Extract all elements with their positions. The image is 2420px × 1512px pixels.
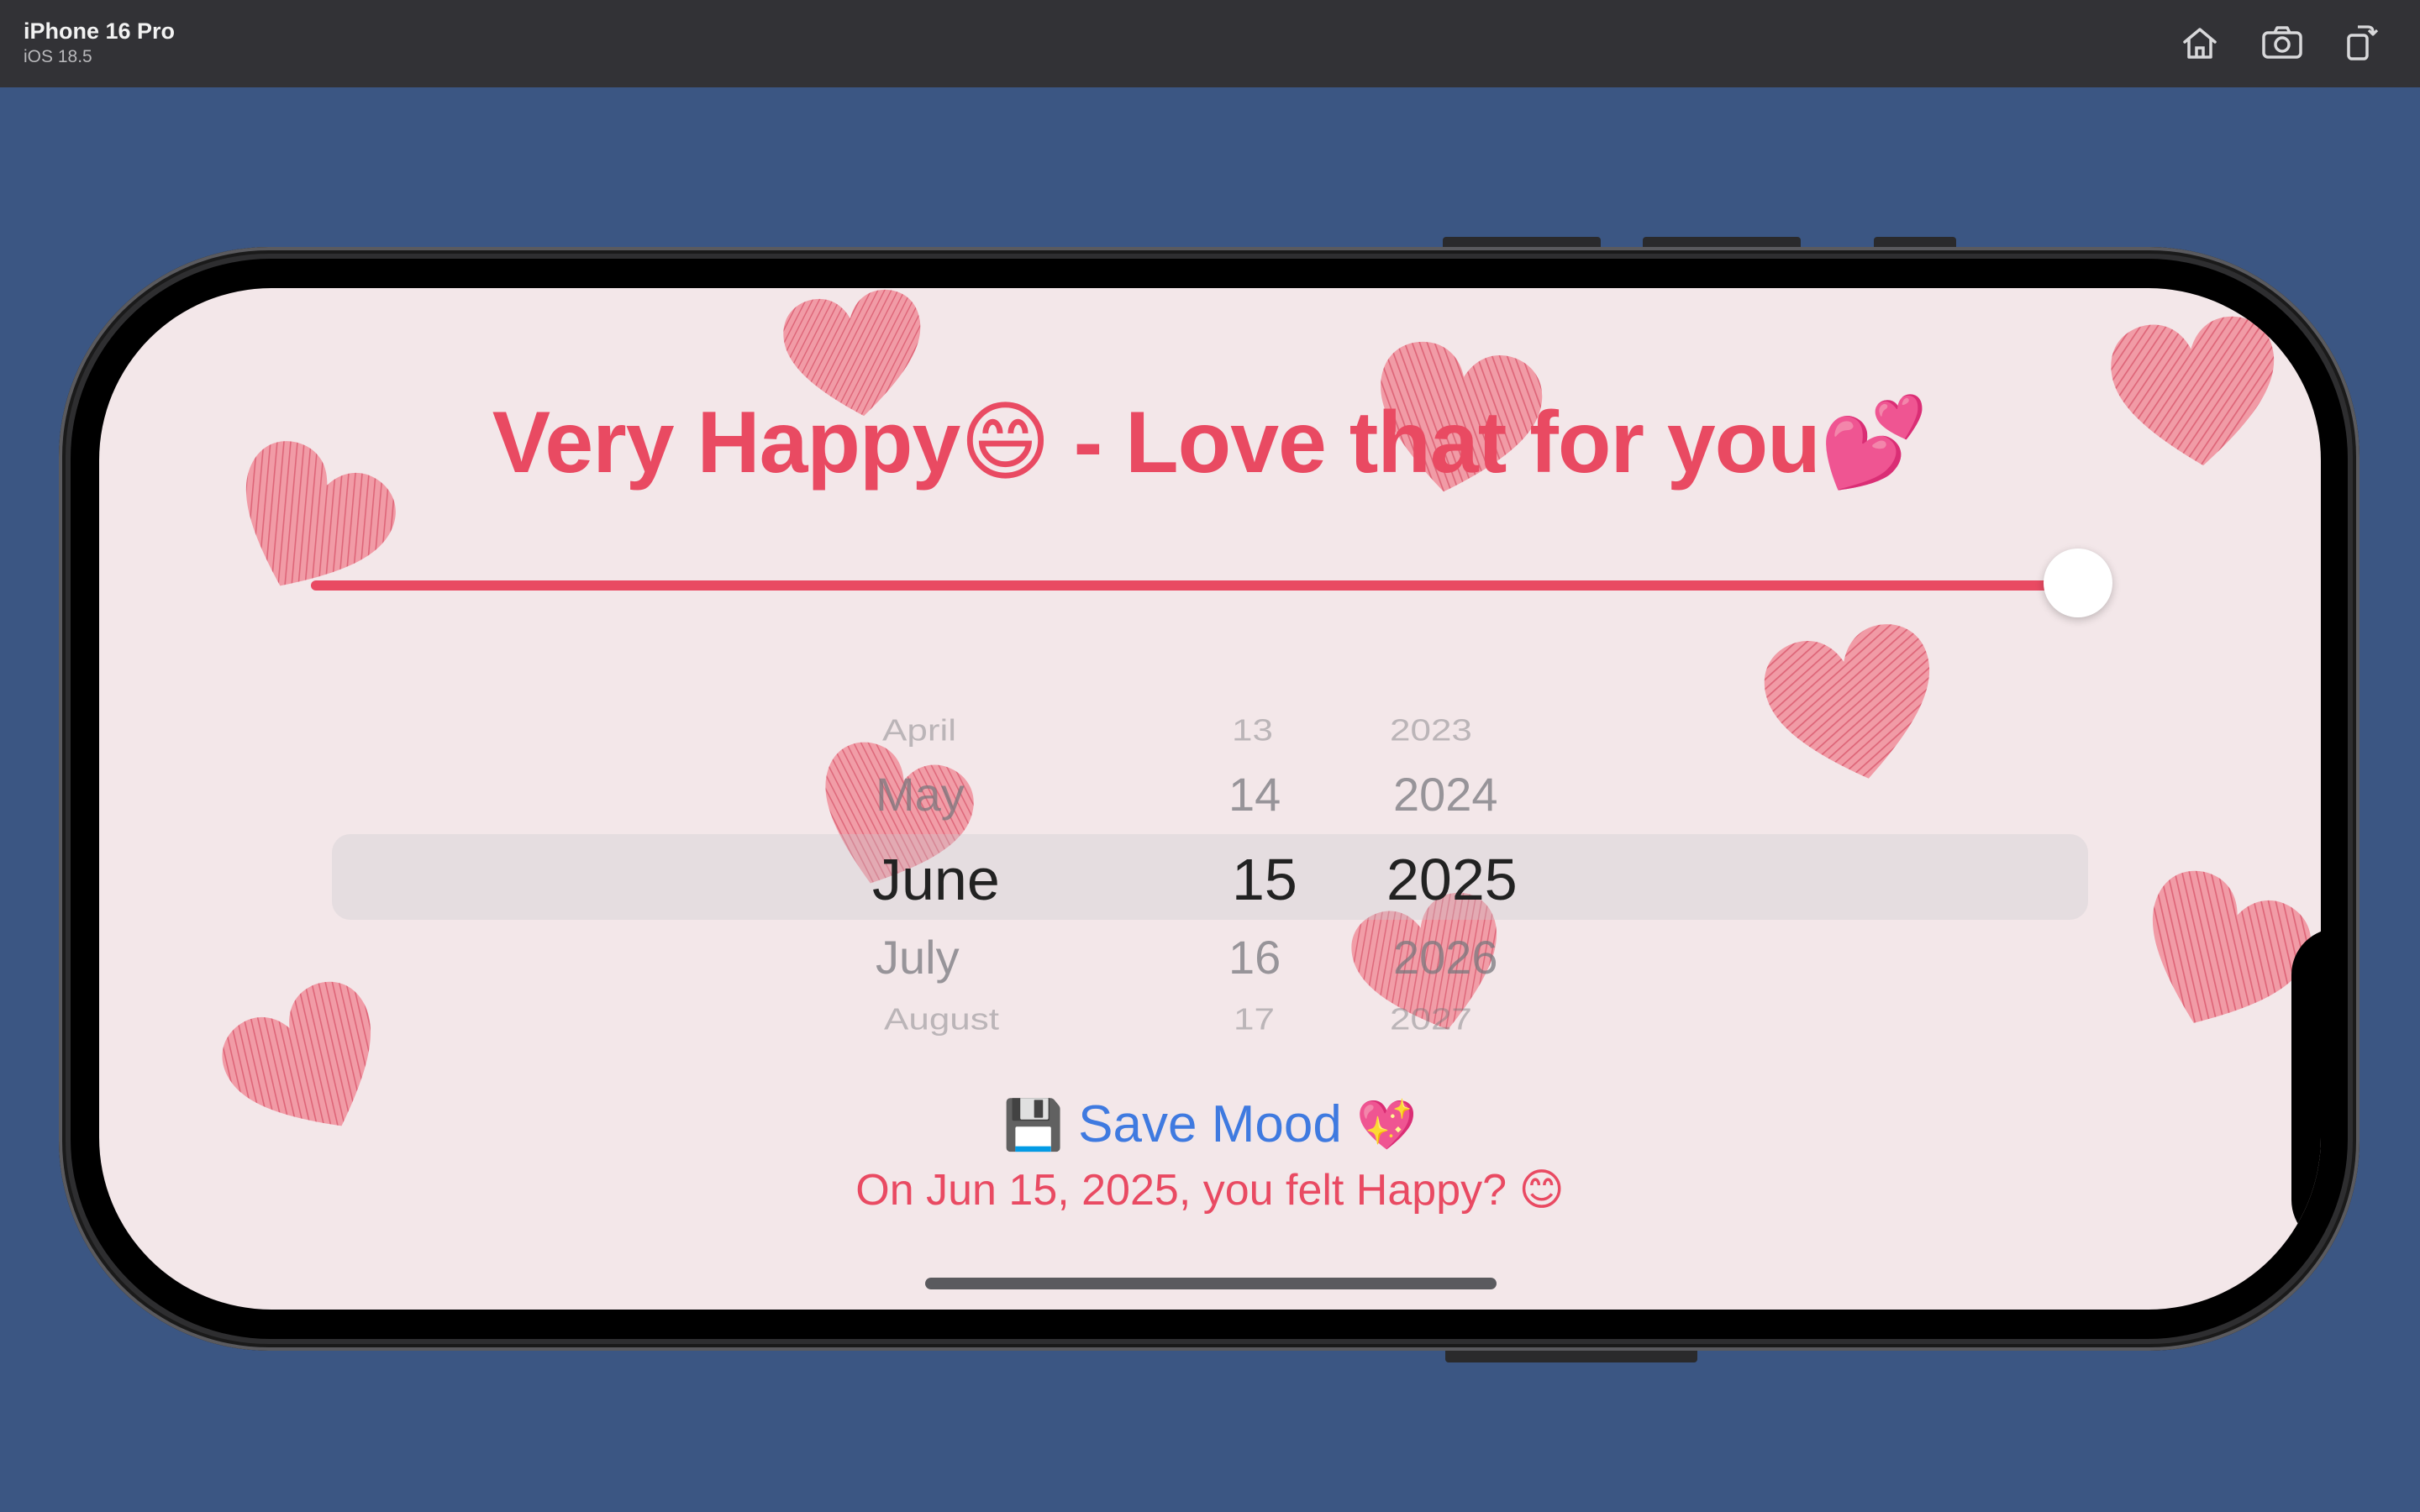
sparkling-heart-icon: 💖 [1356, 1098, 1418, 1152]
os-version: iOS 18.5 [24, 47, 92, 66]
month-option[interactable]: August [884, 1003, 999, 1037]
save-mood-label: Save Mood [1078, 1095, 1342, 1153]
month-option[interactable]: April [882, 714, 956, 748]
save-mood-button[interactable]: 💾 Save Mood 💖 [99, 1095, 2321, 1154]
home-icon[interactable] [2176, 22, 2223, 66]
month-selected[interactable]: June [872, 846, 1000, 913]
rotate-icon[interactable] [2336, 22, 2383, 66]
month-option[interactable]: July [876, 930, 960, 984]
year-selected[interactable]: 2025 [1386, 846, 1518, 913]
simulator-title-bar: iPhone 16 Pro iOS 18.5 [0, 0, 2420, 87]
device-name: iPhone 16 Pro [24, 18, 176, 44]
camera-icon[interactable] [2259, 22, 2306, 66]
year-option[interactable]: 2023 [1390, 714, 1472, 748]
day-selected[interactable]: 15 [1232, 846, 1297, 913]
year-option[interactable]: 2024 [1393, 767, 1498, 822]
year-option[interactable]: 2027 [1390, 1003, 1472, 1037]
home-indicator[interactable] [925, 1278, 1497, 1289]
day-option[interactable]: 17 [1234, 1003, 1275, 1037]
day-option[interactable]: 16 [1228, 930, 1281, 984]
date-picker: April May June July August 13 14 15 16 1… [99, 288, 2321, 1310]
month-option[interactable]: May [876, 767, 965, 822]
year-option[interactable]: 2026 [1393, 930, 1498, 984]
app-screen: Very Happy😄 - Love that for you💕 April M… [99, 288, 2321, 1310]
day-option[interactable]: 14 [1228, 767, 1281, 822]
picker-selection-highlight [332, 834, 2088, 920]
mood-summary: On Jun 15, 2025, you felt Happy? 😊 [855, 1166, 1565, 1215]
day-option[interactable]: 13 [1232, 714, 1273, 748]
floppy-disk-icon: 💾 [1002, 1098, 1064, 1152]
